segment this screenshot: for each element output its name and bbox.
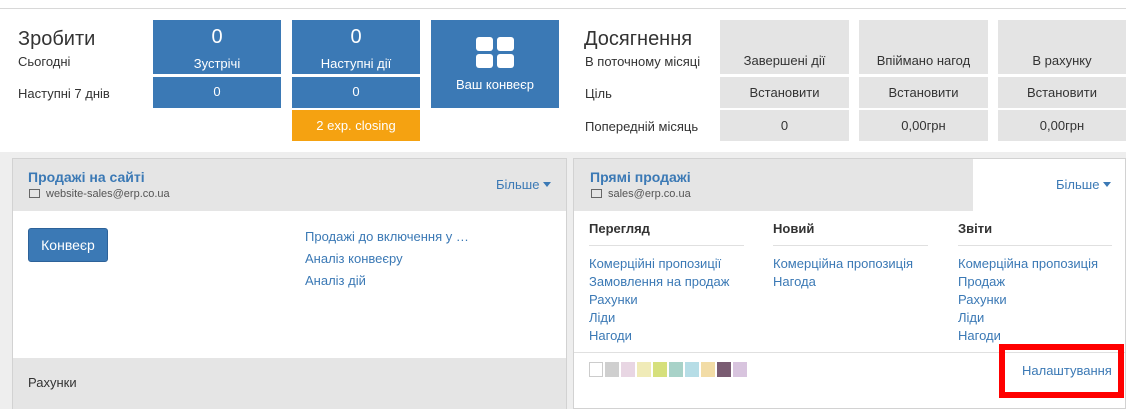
color-swatch[interactable] <box>701 362 715 377</box>
caret-down-icon <box>543 182 552 187</box>
color-swatch[interactable] <box>653 362 667 377</box>
report-link-quotation[interactable]: Комерційна пропозиція <box>958 256 1098 271</box>
more-label: Більше <box>1056 177 1100 192</box>
view-link-quotations[interactable]: Комерційні пропозиції <box>589 256 721 271</box>
footer-invoices-label[interactable]: Рахунки <box>28 375 77 390</box>
highlight-box <box>999 344 1124 398</box>
color-swatch[interactable] <box>685 362 699 377</box>
link-sales-to-include[interactable]: Продажі до включення у … <box>305 229 469 244</box>
report-link-invoices[interactable]: Рахунки <box>958 292 1007 307</box>
color-swatch[interactable] <box>589 362 603 377</box>
ach-target-won-deals[interactable]: Встановити <box>859 77 988 108</box>
divider <box>958 245 1112 246</box>
ach-target-done-actions[interactable]: Встановити <box>720 77 849 108</box>
meetings-today-count: 0 <box>211 26 223 48</box>
caret-down-icon <box>1103 182 1112 187</box>
ach-header-invoiced: В рахунку <box>998 20 1126 74</box>
more-label: Більше <box>496 177 540 192</box>
pipeline-label: Ваш конвеєр <box>455 77 535 92</box>
new-link-quotation[interactable]: Комерційна пропозиція <box>773 256 913 271</box>
divider <box>589 245 744 246</box>
envelope-icon <box>591 189 602 198</box>
target-label: Ціль <box>585 86 612 101</box>
direct-sales-more[interactable]: Більше <box>1056 177 1112 192</box>
envelope-icon <box>29 189 40 198</box>
next-actions-label: Наступні дії <box>320 56 392 71</box>
meetings-today-tile[interactable]: 0 Зустрічі <box>153 20 281 74</box>
meetings-label: Зустрічі <box>193 56 241 71</box>
pipeline-button[interactable]: Конвеєр <box>28 228 108 262</box>
col-header-view: Перегляд <box>589 221 650 236</box>
website-sales-header <box>13 159 566 211</box>
this-month-label: В поточному місяці <box>585 54 701 69</box>
color-swatch[interactable] <box>621 362 635 377</box>
view-link-invoices[interactable]: Рахунки <box>589 292 638 307</box>
website-sales-more[interactable]: Більше <box>496 177 552 192</box>
next7-label: Наступні 7 днів <box>18 86 110 101</box>
next-actions-next7-tile[interactable]: 0 <box>292 77 420 108</box>
pipeline-grid-icon <box>476 37 514 68</box>
top-border <box>0 0 1126 9</box>
website-sales-title[interactable]: Продажі на сайті <box>28 169 145 185</box>
color-swatch[interactable] <box>605 362 619 377</box>
prev-month-label: Попередній місяць <box>585 119 699 134</box>
direct-sales-email: sales@erp.co.ua <box>608 188 691 200</box>
meetings-next7-tile[interactable]: 0 <box>153 77 281 108</box>
col-header-new: Новий <box>773 221 815 236</box>
col-header-reports: Звіти <box>958 221 993 236</box>
direct-sales-header <box>574 159 973 211</box>
exp-closing-tile[interactable]: 2 exp. closing <box>292 110 420 141</box>
link-pipeline-analysis[interactable]: Аналіз конвеєру <box>305 251 403 266</box>
ach-prev-done-actions: 0 <box>720 110 849 141</box>
ach-target-invoiced[interactable]: Встановити <box>998 77 1126 108</box>
achievements-title: Досягнення <box>584 28 693 50</box>
link-activity-analysis[interactable]: Аналіз дій <box>305 273 366 288</box>
ach-header-done-actions: Завершені дії <box>720 20 849 74</box>
new-link-opportunity[interactable]: Нагода <box>773 274 816 289</box>
next-actions-today-count: 0 <box>350 26 362 48</box>
color-swatch[interactable] <box>733 362 747 377</box>
report-link-leads[interactable]: Ліди <box>958 310 984 325</box>
view-link-opportunities[interactable]: Нагоди <box>589 328 632 343</box>
todo-title: Зробити <box>18 28 96 50</box>
view-link-leads[interactable]: Ліди <box>589 310 615 325</box>
today-label: Сьогодні <box>18 54 71 69</box>
color-swatch[interactable] <box>637 362 651 377</box>
color-swatch[interactable] <box>669 362 683 377</box>
ach-header-won-deals: Впіймано нагод <box>859 20 988 74</box>
ach-prev-won-deals: 0,00грн <box>859 110 988 141</box>
report-link-sales[interactable]: Продаж <box>958 274 1005 289</box>
color-swatch[interactable] <box>717 362 731 377</box>
ach-prev-invoiced: 0,00грн <box>998 110 1126 141</box>
website-sales-footer <box>13 358 566 409</box>
report-link-opportunities[interactable]: Нагоди <box>958 328 1001 343</box>
view-link-sales-orders[interactable]: Замовлення на продаж <box>589 274 729 289</box>
divider <box>773 245 928 246</box>
next-actions-today-tile[interactable]: 0 Наступні дії <box>292 20 420 74</box>
website-sales-email: website-sales@erp.co.ua <box>46 188 170 200</box>
direct-sales-title[interactable]: Прямі продажі <box>590 169 691 185</box>
